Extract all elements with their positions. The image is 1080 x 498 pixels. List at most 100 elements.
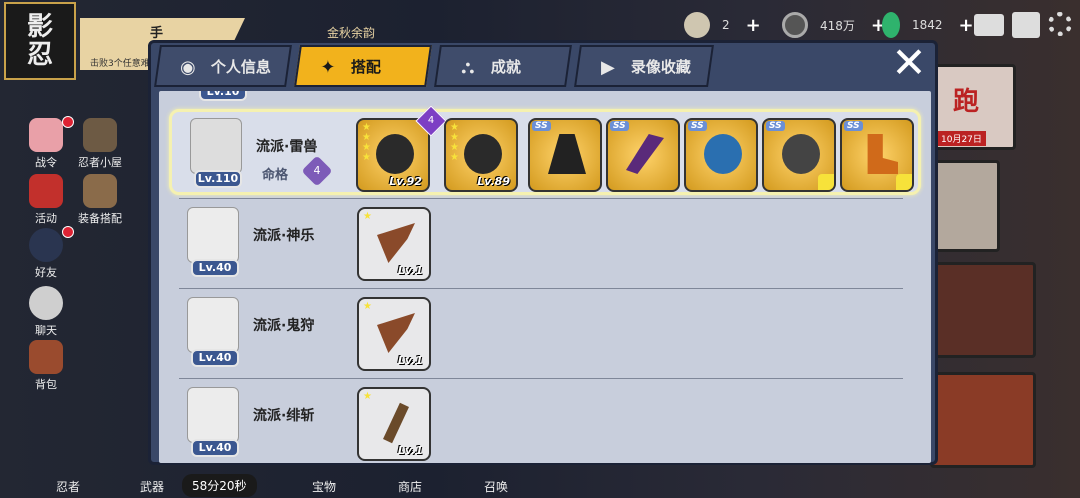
star-icon: ★ bbox=[363, 301, 372, 312]
equipment-slot[interactable]: ★ Lv.1 bbox=[357, 297, 431, 371]
side-label: 战令 bbox=[35, 156, 57, 169]
equipment-slot[interactable]: SS bbox=[528, 118, 602, 192]
friend-icon bbox=[29, 228, 63, 262]
quest-title: 手 bbox=[150, 26, 164, 41]
star-icon: ★ bbox=[450, 152, 459, 163]
sword-icon bbox=[383, 402, 409, 444]
side-label: 忍者小屋 bbox=[78, 156, 122, 169]
play-icon: ▶ bbox=[600, 56, 615, 78]
fate-label: 命格 bbox=[262, 168, 289, 183]
side-label: 装备搭配 bbox=[78, 212, 122, 225]
blade-icon bbox=[626, 134, 664, 174]
equipment-slot[interactable]: ★ Lv.1 bbox=[357, 207, 431, 281]
ss-rank-badge: SS bbox=[844, 121, 863, 131]
item-level: Lv.89 bbox=[477, 175, 510, 188]
side-btn-bag[interactable]: 背包 bbox=[16, 340, 76, 392]
side-label: 活动 bbox=[35, 212, 57, 225]
equipment-slot[interactable]: SS bbox=[762, 118, 836, 192]
item1-count: 2 bbox=[722, 18, 730, 32]
orb-icon bbox=[704, 134, 742, 174]
game-logo: 影 忍 bbox=[4, 2, 76, 80]
side-btn-gear[interactable]: 装备搭配 bbox=[70, 174, 130, 226]
banner-date: 10月27日 bbox=[937, 131, 986, 146]
equipment-slot[interactable]: ★ Lv.1 bbox=[357, 387, 431, 461]
side-btn-activity[interactable]: 活动 bbox=[16, 174, 76, 226]
gear-set-icon bbox=[83, 174, 117, 208]
ss-rank-badge: SS bbox=[766, 121, 785, 131]
notice-icon[interactable] bbox=[1012, 12, 1040, 38]
boot-icon bbox=[867, 134, 898, 174]
nav-weapon[interactable]: 武器 bbox=[140, 478, 164, 495]
side-btn-chat[interactable]: 聊天 bbox=[16, 286, 76, 338]
ninja-avatar bbox=[190, 118, 242, 174]
event-banner[interactable]: 金秋余韵 bbox=[285, 8, 415, 40]
resource-item1: 2 + bbox=[684, 12, 761, 38]
event-banner-2[interactable] bbox=[930, 160, 1000, 252]
side-label: 背包 bbox=[35, 378, 57, 391]
ninja-avatar bbox=[187, 387, 239, 443]
ss-rank-badge: SS bbox=[532, 121, 551, 131]
side-btn-hut[interactable]: 忍者小屋 bbox=[70, 118, 130, 170]
row-divider bbox=[179, 288, 903, 289]
row-divider bbox=[179, 378, 903, 379]
loadout-row[interactable]: Lv.40 流派·神乐 ★ Lv.1 bbox=[169, 201, 921, 287]
equipment-slot[interactable]: SS bbox=[684, 118, 758, 192]
gem-icon bbox=[882, 12, 900, 38]
loadout-modal: ◉ 个人信息 ✦ 搭配 ⛬ 成就 ▶ 录像收藏 ✕ Lv.10 Lv.110 流… bbox=[148, 40, 938, 465]
nav-ninja[interactable]: 忍者 bbox=[56, 478, 80, 495]
torii-icon bbox=[29, 174, 63, 208]
nav-shop[interactable]: 商店 bbox=[398, 478, 422, 495]
loadout-row[interactable]: Lv.40 流派·绯斩 ★ Lv.1 bbox=[169, 381, 921, 463]
umbrella-icon bbox=[377, 223, 415, 263]
pass-icon bbox=[29, 118, 63, 152]
tab-replays[interactable]: ▶ 录像收藏 bbox=[574, 45, 714, 87]
equipment-slot[interactable]: SS bbox=[840, 118, 914, 192]
loadout-row[interactable]: Lv.40 流派·鬼狩 ★ Lv.1 bbox=[169, 291, 921, 377]
equipment-slot[interactable]: ★ ★ ★ ★ Lv.92 bbox=[356, 118, 430, 192]
loadout-row[interactable]: Lv.110 流派·雷兽 命格 4 ★ ★ ★ ★ Lv.92 4 ★ ★ ★ … bbox=[169, 105, 921, 195]
tab-label: 个人信息 bbox=[211, 57, 272, 76]
event-label: 金秋余韵 bbox=[327, 26, 376, 40]
badge-value: 4 bbox=[427, 115, 435, 126]
logo-char-2: 忍 bbox=[26, 40, 53, 70]
shuriken-icon: ✦ bbox=[320, 56, 336, 78]
item-level: Lv.1 bbox=[397, 354, 423, 367]
corner-marker bbox=[896, 174, 912, 190]
gems-count: 1842 bbox=[912, 18, 943, 32]
tab-bar: ◉ 个人信息 ✦ 搭配 ⛬ 成就 ▶ 录像收藏 bbox=[151, 43, 935, 89]
event-banner-3[interactable] bbox=[930, 262, 1036, 358]
level-badge: Lv.110 bbox=[194, 170, 242, 188]
crossbow-icon bbox=[376, 134, 414, 174]
equipment-slot[interactable]: ★ ★ ★ ★ Lv.89 bbox=[444, 118, 518, 192]
bag-icon bbox=[29, 340, 63, 374]
side-label: 好友 bbox=[35, 266, 57, 279]
riceball-icon bbox=[684, 12, 710, 38]
notification-dot bbox=[62, 226, 74, 238]
tab-profile[interactable]: ◉ 个人信息 bbox=[154, 45, 292, 87]
level-badge: Lv.40 bbox=[191, 349, 239, 367]
quest-desc: 击败3个任意难 bbox=[90, 59, 150, 69]
banner-text: 跑 bbox=[953, 87, 980, 117]
ninja-icon: ◉ bbox=[180, 56, 196, 78]
close-icon[interactable]: ✕ bbox=[887, 41, 931, 85]
corner-marker bbox=[818, 174, 834, 190]
mail-icon[interactable] bbox=[974, 14, 1004, 36]
style-label: 流派·神乐 bbox=[253, 228, 315, 244]
equipment-slot[interactable]: SS bbox=[606, 118, 680, 192]
add-item1-button[interactable]: + bbox=[746, 15, 761, 36]
settings-gear-icon[interactable] bbox=[1048, 12, 1072, 36]
loadout-list[interactable]: Lv.10 Lv.110 流派·雷兽 命格 4 ★ ★ ★ ★ Lv.92 4 … bbox=[159, 91, 931, 463]
tab-loadout[interactable]: ✦ 搭配 bbox=[294, 45, 432, 87]
trophy-icon: ⛬ bbox=[461, 56, 475, 78]
gauntlet-icon bbox=[548, 134, 586, 174]
event-banner-4[interactable] bbox=[930, 372, 1036, 468]
nav-treasure[interactable]: 宝物 bbox=[312, 478, 336, 495]
timer-label: 58分20秒 bbox=[182, 474, 257, 497]
add-gems-button[interactable]: + bbox=[959, 15, 974, 36]
level-badge: Lv.40 bbox=[191, 259, 239, 277]
ninja-avatar bbox=[187, 207, 239, 263]
coin-icon bbox=[782, 12, 808, 38]
nav-summon[interactable]: 召唤 bbox=[484, 478, 508, 495]
item-level: Lv.92 bbox=[389, 175, 422, 188]
tab-achievement[interactable]: ⛬ 成就 bbox=[434, 45, 572, 87]
